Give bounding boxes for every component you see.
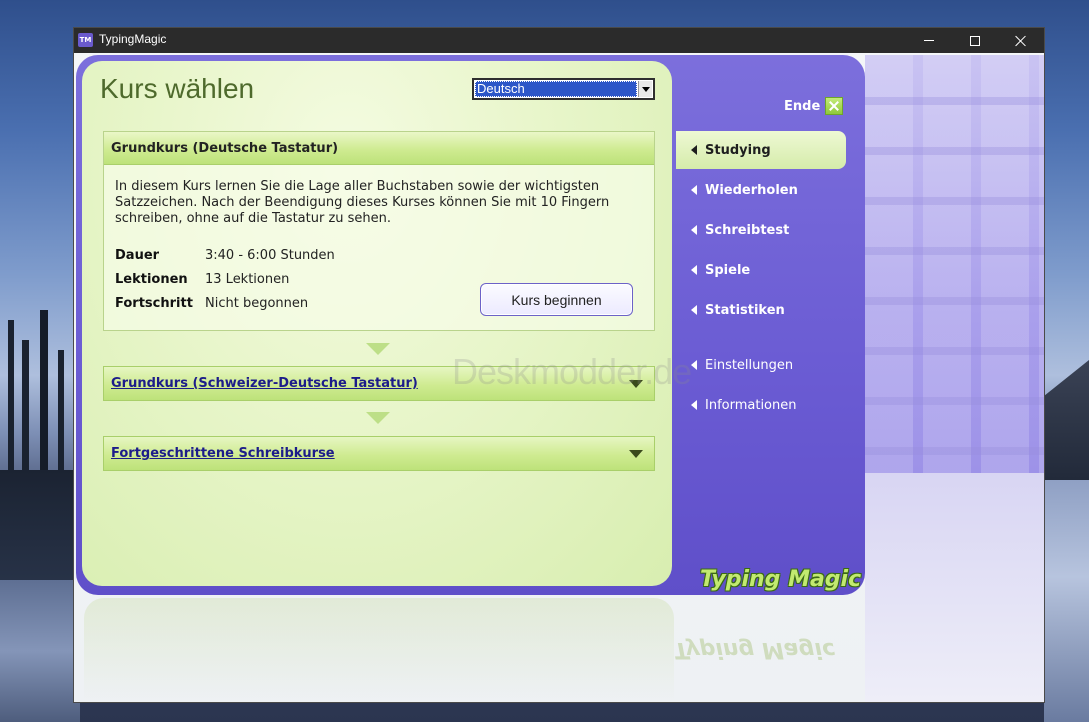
caret-left-icon	[691, 265, 697, 275]
sidebar-item-label: Einstellungen	[705, 357, 794, 373]
caret-left-icon	[691, 400, 697, 410]
content-panel: Kurs wählen Deutsch Grundkurs (Deutsche …	[82, 61, 692, 586]
app-icon: TM	[78, 33, 93, 47]
sidebar-item-studying[interactable]: Studying	[691, 140, 771, 160]
brand-logo-reflection: Typing Magic	[674, 637, 836, 662]
detail-value-progress: Nicht begonnen	[205, 296, 309, 311]
maximize-button[interactable]	[952, 28, 998, 53]
caret-left-icon	[691, 185, 697, 195]
begin-course-button[interactable]: Kurs beginnen	[480, 283, 633, 316]
close-button[interactable]	[998, 28, 1044, 53]
sidebar-item-settings[interactable]: Einstellungen	[691, 355, 793, 375]
sidebar-item-games[interactable]: Spiele	[691, 260, 750, 280]
app-window: TM TypingMagic Kurs wählen Deutsch Grund…	[73, 27, 1045, 703]
chevron-down-icon	[366, 412, 390, 424]
chevron-down-icon[interactable]	[638, 81, 652, 97]
watermark: Deskmodder.de	[452, 351, 692, 392]
desktop-water	[0, 580, 80, 722]
sidebar-item-label: Informationen	[705, 397, 797, 413]
chevron-down-icon	[366, 343, 390, 355]
caret-left-icon	[691, 305, 697, 315]
caret-left-icon	[691, 145, 697, 155]
course-card-expanded: Grundkurs (Deutsche Tastatur) In diesem …	[103, 131, 655, 331]
detail-label-lessons: Lektionen	[115, 272, 188, 287]
panel-reflection	[84, 598, 674, 702]
client-area: Kurs wählen Deutsch Grundkurs (Deutsche …	[74, 53, 1044, 702]
sidebar-item-label: Spiele	[705, 262, 751, 278]
maximize-icon	[970, 35, 980, 46]
expand-toggle-icon[interactable]	[629, 450, 643, 458]
minimize-button[interactable]	[906, 28, 952, 53]
sidebar-item-information[interactable]: Informationen	[691, 395, 797, 415]
close-icon	[825, 97, 844, 115]
course-description: In diesem Kurs lernen Sie die Lage aller…	[115, 179, 610, 226]
sidebar-backdrop-pattern	[865, 55, 1044, 473]
sidebar-item-label: Schreibtest	[705, 222, 790, 238]
exit-label: Ende	[784, 98, 821, 114]
desktop-shore	[0, 470, 80, 580]
course-link-advanced[interactable]: Fortgeschrittene Schreibkurse	[111, 446, 335, 461]
sidebar-item-label: Wiederholen	[705, 182, 798, 198]
sidebar-backdrop-bottom	[865, 473, 1044, 702]
sidebar-item-label: Studying	[705, 142, 771, 158]
sidebar-item-typing-test[interactable]: Schreibtest	[691, 220, 789, 240]
detail-value-lessons: 13 Lektionen	[205, 272, 290, 287]
sidebar-item-label: Statistiken	[705, 302, 785, 318]
course-title: Grundkurs (Deutsche Tastatur)	[104, 132, 654, 165]
sidebar-item-review[interactable]: Wiederholen	[691, 180, 798, 200]
detail-label-progress: Fortschritt	[115, 296, 193, 311]
sidebar-item-statistics[interactable]: Statistiken	[691, 300, 785, 320]
caret-left-icon	[691, 225, 697, 235]
brand-logo: Typing Magic	[700, 567, 862, 592]
detail-value-duration: 3:40 - 6:00 Stunden	[205, 248, 335, 263]
course-link-swiss[interactable]: Grundkurs (Schweizer-Deutsche Tastatur)	[111, 376, 418, 391]
caret-left-icon	[691, 360, 697, 370]
page-title: Kurs wählen	[100, 73, 255, 104]
language-select[interactable]: Deutsch	[472, 78, 655, 100]
desktop-hill	[1044, 360, 1089, 480]
minimize-icon	[924, 40, 934, 41]
close-icon	[1015, 35, 1027, 47]
course-card-collapsed[interactable]: Fortgeschrittene Schreibkurse	[103, 436, 655, 471]
detail-label-duration: Dauer	[115, 248, 160, 263]
exit-button[interactable]: Ende	[784, 97, 844, 115]
window-title: TypingMagic	[99, 32, 167, 46]
desktop-lake	[1044, 480, 1089, 722]
title-bar[interactable]: TM TypingMagic	[74, 28, 1044, 53]
language-select-value: Deutsch	[475, 81, 637, 97]
